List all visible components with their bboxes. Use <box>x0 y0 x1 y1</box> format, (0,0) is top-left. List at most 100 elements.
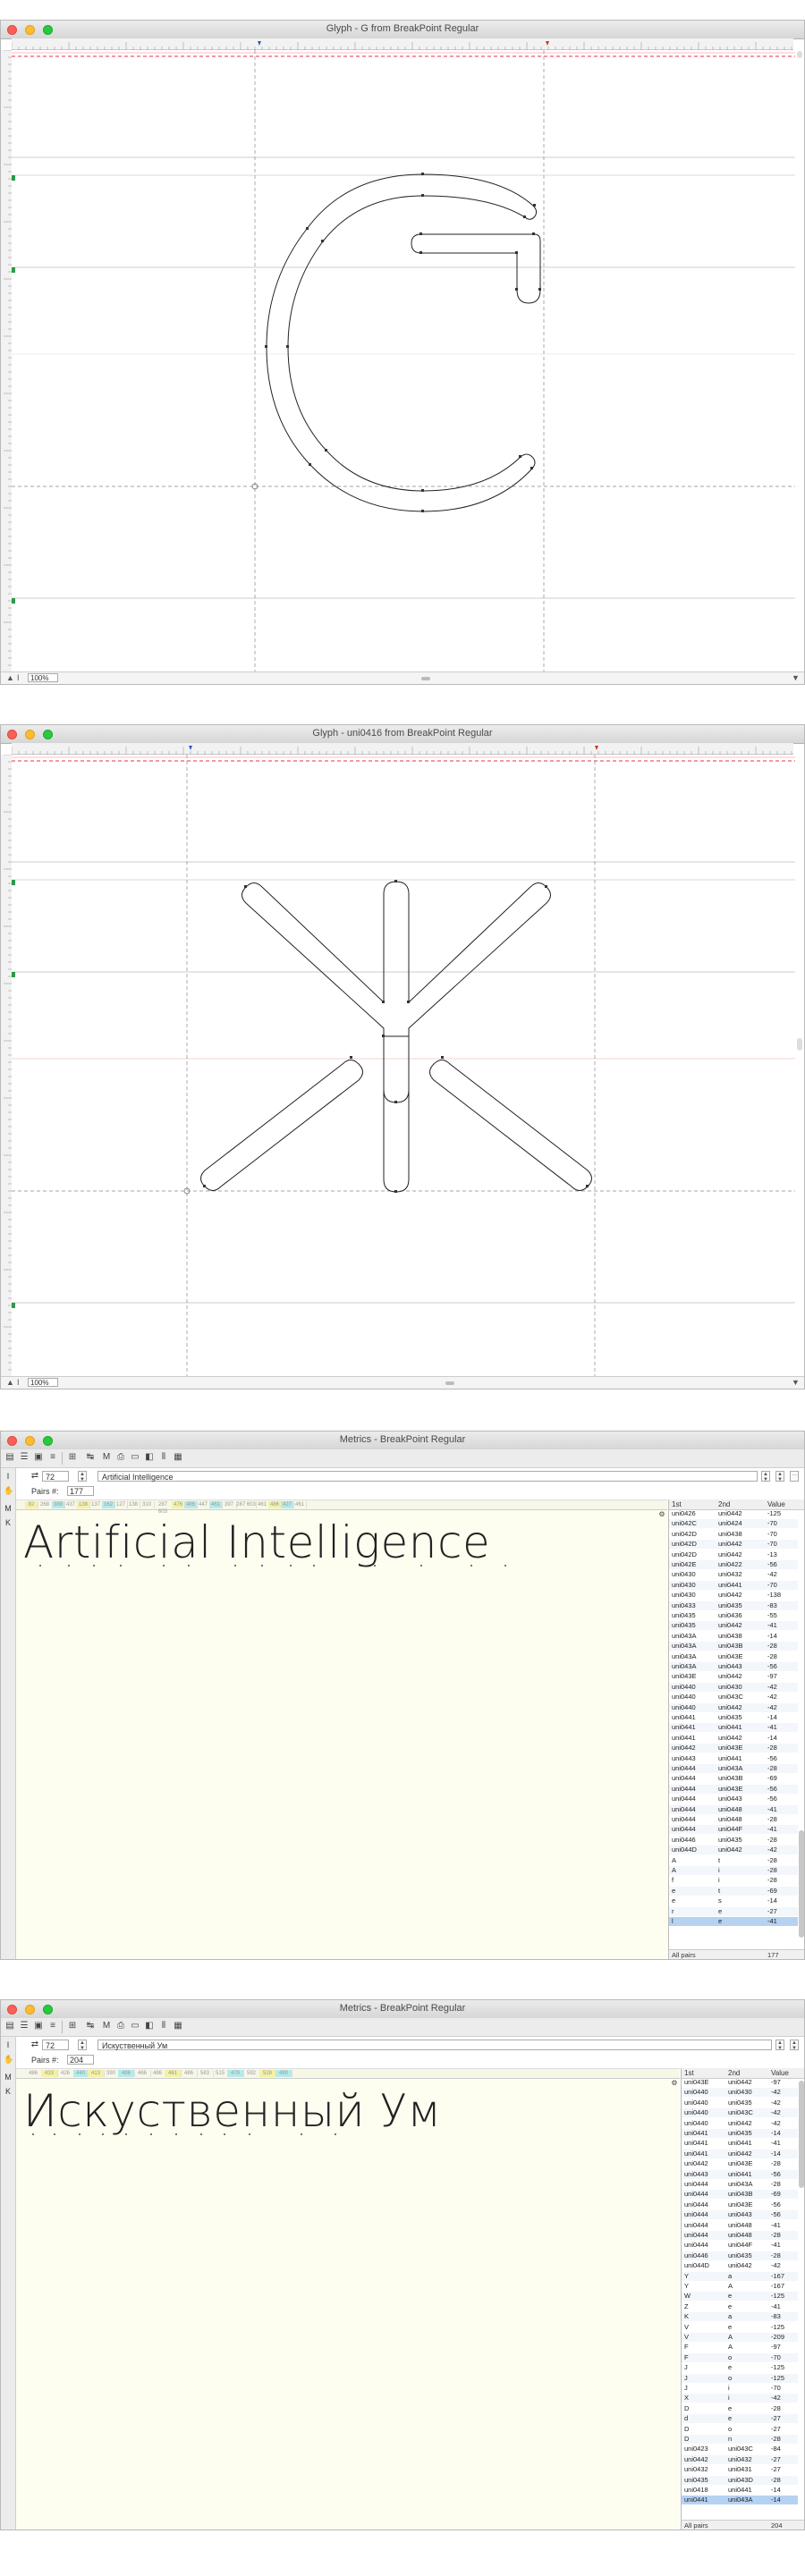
kern-cell[interactable]: 515 <box>213 2070 228 2077</box>
hand-icon[interactable]: ✋ <box>4 1486 13 1495</box>
kern-cell[interactable]: 486 <box>25 2070 42 2077</box>
sidebar-icon[interactable]: ◧ <box>144 2021 155 2031</box>
kern-cell[interactable]: 433 <box>41 2070 58 2077</box>
kerning-icon[interactable]: ↹ <box>85 1452 96 1463</box>
guide-marker[interactable] <box>12 1303 15 1308</box>
table-row[interactable]: uni0432 uni0431 -27 <box>682 2465 798 2474</box>
font-icon[interactable]: M <box>101 1452 112 1463</box>
table-row[interactable]: uni043A uni0443 -56 <box>669 1662 798 1671</box>
lock-icon[interactable]: ▣ <box>33 1452 44 1463</box>
left-margin-marker[interactable] <box>258 41 261 46</box>
table-row[interactable]: l e -41 <box>669 1917 798 1926</box>
title-bar[interactable]: Metrics - BreakPoint Regular <box>1 1432 804 1450</box>
pair-list-scrollbar[interactable] <box>799 2081 804 2188</box>
kern-cell[interactable]: 397 <box>222 1501 237 1508</box>
kern-cell[interactable]: 390 <box>104 2070 119 2077</box>
window-icon[interactable]: ▭ <box>130 1452 140 1463</box>
kern-cell[interactable]: 490 <box>275 2070 292 2077</box>
kerning-pair-list[interactable]: 1st 2nd Value uni0426 uni0442 -125 uni042C u… <box>668 1499 804 1959</box>
table-row[interactable]: uni0440 uni0430 -42 <box>669 1682 798 1692</box>
layout-icon[interactable]: ⊞ <box>67 1452 78 1463</box>
kern-cell[interactable]: 592 <box>243 2070 260 2077</box>
text-tool-icon[interactable]: I <box>17 673 20 682</box>
guide-marker[interactable] <box>12 880 15 885</box>
kern-cell[interactable]: 479 <box>227 2070 244 2077</box>
align-icon[interactable]: ≡ <box>47 2021 58 2031</box>
table-row[interactable]: uni0440 uni043C -42 <box>669 1693 798 1702</box>
point-size-field[interactable]: 72 <box>42 1471 69 1482</box>
text-history-stepper[interactable]: ▲ ▼ <box>775 2040 784 2051</box>
zhe-stem-contour[interactable] <box>383 1035 410 1193</box>
glyph-outline-view[interactable] <box>12 50 795 671</box>
table-row[interactable]: uni0440 uni0442 -42 <box>682 2119 798 2128</box>
kern-cell[interactable]: 287 603 <box>236 1501 257 1508</box>
g-crossbar-contour[interactable] <box>411 233 541 304</box>
table-row[interactable]: uni0441 uni043A -14 <box>682 2496 798 2505</box>
direction-icon[interactable]: ⇄ <box>30 2040 40 2050</box>
right-margin-marker[interactable] <box>595 746 598 750</box>
horizontal-scrollbar[interactable] <box>421 677 430 680</box>
table-row[interactable]: uni0444 uni044F -41 <box>682 2241 798 2250</box>
table-row[interactable]: Xi -42 <box>682 2394 798 2403</box>
kern-cell[interactable]: 413 <box>88 2070 105 2077</box>
kern-cell[interactable]: 461 <box>209 1501 223 1508</box>
metrics-preview[interactable]: 486 433 426 440 413 390 486 466 486 461 … <box>16 2068 680 2530</box>
table-row[interactable]: uni0444 uni044F -41 <box>669 1825 798 1835</box>
glyph-window-g[interactable]: Glyph - G from BreakPoint Regular ▲ I 10… <box>0 20 805 685</box>
guide-marker[interactable] <box>12 175 15 181</box>
table-row[interactable]: uni042C uni0424 -70 <box>669 1519 798 1529</box>
table-row[interactable]: Ai -28 <box>669 1866 798 1875</box>
sidebar-icon[interactable]: ◧ <box>144 1452 155 1463</box>
table-row[interactable]: We -125 <box>682 2292 798 2302</box>
kern-cell[interactable]: 268 <box>38 1501 53 1508</box>
table-row[interactable]: uni044D uni0442 -42 <box>669 1845 798 1855</box>
table-row[interactable]: uni0430 uni0432 -42 <box>669 1570 798 1579</box>
table-row[interactable]: e t -69 <box>669 1886 798 1896</box>
column-header-1st[interactable]: 1st <box>672 1499 682 1509</box>
kern-cell[interactable]: 486 <box>181 2070 198 2077</box>
table-row[interactable]: uni043A uni043B -28 <box>669 1642 798 1651</box>
size-stepper[interactable]: ▲ ▼ <box>78 2040 87 2051</box>
preview-icon[interactable]: ▦ <box>173 1452 183 1463</box>
glyph-outline-view[interactable] <box>12 755 795 1376</box>
table-row[interactable]: F A -97 <box>682 2343 798 2352</box>
table-row[interactable]: Ji -70 <box>682 2384 798 2393</box>
metrics-tool-icon[interactable]: M <box>4 2073 13 2082</box>
table-row[interactable]: uni0442 uni0432 -27 <box>682 2454 798 2464</box>
glyph-window-uni0416[interactable]: Glyph - uni0416 from BreakPoint Regular <box>0 724 805 1389</box>
column-header-value[interactable]: Value <box>771 2068 789 2078</box>
print-icon[interactable]: ⎙ <box>115 2021 126 2031</box>
column-header-2nd[interactable]: 2nd <box>728 2068 740 2078</box>
kerning-icon[interactable]: ↹ <box>85 2021 96 2031</box>
guide-marker[interactable] <box>12 972 15 977</box>
table-row[interactable]: Ve -125 <box>682 2323 798 2332</box>
kern-cell[interactable]: 426 <box>57 2070 74 2077</box>
kern-tool-icon[interactable]: K <box>4 1518 13 1527</box>
table-row[interactable]: uni0444 uni0448 -28 <box>682 2231 798 2240</box>
table-row[interactable]: uni0426 uni0442 -125 <box>669 1509 798 1518</box>
more-options-button[interactable]: … <box>790 1471 799 1482</box>
table-row[interactable]: uni0423 uni043C -84 <box>682 2445 798 2454</box>
table-row[interactable]: r e -27 <box>669 1906 798 1916</box>
table-row[interactable]: Je -125 <box>682 2363 798 2372</box>
columns-icon[interactable]: ⫴ <box>158 2021 169 2031</box>
font-icon[interactable]: M <box>101 2021 112 2031</box>
column-header-2nd[interactable]: 2nd <box>718 1499 730 1509</box>
table-row[interactable]: Jo -125 <box>682 2373 798 2383</box>
point-size-field[interactable]: 72 <box>42 2040 69 2050</box>
hand-icon[interactable]: ✋ <box>4 2055 13 2064</box>
kern-cell[interactable]: 486 <box>150 2070 165 2077</box>
kern-cell[interactable]: 528 <box>259 2070 276 2077</box>
metrics-window-cyrillic[interactable]: Metrics - BreakPoint Regular ▤ ☰ ▣ ≡ ⊞ ↹… <box>0 1999 805 2530</box>
resize-icon[interactable]: ▼ <box>792 1378 800 1387</box>
zoom-field[interactable]: 100% <box>28 673 58 682</box>
table-row[interactable]: uni043A uni043E -28 <box>669 1652 798 1661</box>
resize-icon[interactable]: ▼ <box>792 673 800 682</box>
table-row[interactable]: uni0444 uni0448 -41 <box>669 1804 798 1814</box>
kern-cell[interactable]: 486 <box>184 1501 198 1508</box>
table-row[interactable]: uni0435 uni043D -28 <box>682 2475 798 2485</box>
kern-cell[interactable]: 427 <box>281 1501 294 1508</box>
table-row[interactable]: uni0441 uni0435 -14 <box>669 1713 798 1722</box>
text-tool-icon[interactable]: I <box>17 1378 20 1387</box>
table-row[interactable]: Ka -83 <box>682 2312 798 2322</box>
